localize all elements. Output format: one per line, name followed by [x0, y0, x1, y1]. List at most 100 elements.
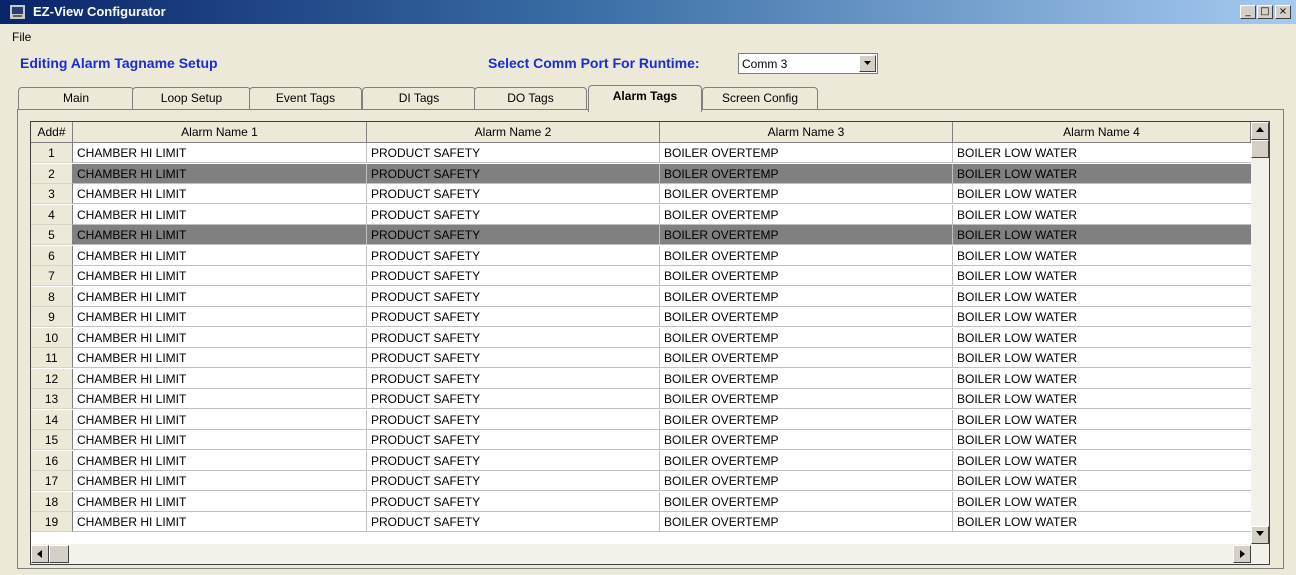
scroll-down-button[interactable] [1251, 526, 1269, 544]
alarm-name-cell[interactable]: PRODUCT SAFETY [367, 143, 660, 163]
table-row[interactable]: 19 CHAMBER HI LIMIT PRODUCT SAFETY BOILER O… [31, 512, 1258, 532]
alarm-name-cell[interactable]: BOILER LOW WATER [953, 266, 1253, 286]
alarm-name-cell[interactable]: PRODUCT SAFETY [367, 245, 660, 266]
alarm-name-cell[interactable]: BOILER OVERTEMP [660, 389, 953, 409]
alarm-name-cell[interactable]: PRODUCT SAFETY [367, 348, 660, 368]
alarm-name-cell[interactable]: BOILER LOW WATER [953, 286, 1253, 307]
alarm-name-cell[interactable]: PRODUCT SAFETY [367, 430, 660, 450]
alarm-name-cell[interactable]: BOILER LOW WATER [953, 491, 1253, 512]
alarm-name-cell[interactable]: PRODUCT SAFETY [367, 307, 660, 327]
alarm-name-cell[interactable]: CHAMBER HI LIMIT [73, 286, 367, 307]
table-row[interactable]: 4 CHAMBER HI LIMIT PRODUCT SAFETY BOILER OV… [31, 204, 1258, 225]
alarm-name-cell[interactable]: PRODUCT SAFETY [367, 286, 660, 307]
close-button[interactable]: × [1275, 5, 1291, 19]
alarm-name-cell[interactable]: PRODUCT SAFETY [367, 409, 660, 430]
tab-loop-setup[interactable]: Loop Setup [132, 87, 251, 109]
alarm-name-cell[interactable]: CHAMBER HI LIMIT [73, 348, 367, 368]
column-header-alarm-name-4[interactable]: Alarm Name 4 [953, 122, 1251, 142]
scroll-right-button[interactable] [1233, 545, 1251, 563]
menu-file[interactable]: File [12, 30, 31, 44]
column-header-add[interactable]: Add# [31, 122, 73, 142]
tab-alarm-tags[interactable]: Alarm Tags [588, 85, 702, 112]
alarm-name-cell[interactable]: BOILER OVERTEMP [660, 409, 953, 430]
table-row[interactable]: 10 CHAMBER HI LIMIT PRODUCT SAFETY BOILER O… [31, 327, 1258, 348]
scroll-up-button[interactable] [1251, 122, 1269, 140]
alarm-name-cell[interactable]: BOILER OVERTEMP [660, 225, 953, 245]
alarm-name-cell[interactable]: BOILER LOW WATER [953, 389, 1253, 409]
alarm-name-cell[interactable]: PRODUCT SAFETY [367, 184, 660, 204]
horizontal-scrollbar[interactable] [31, 544, 1269, 564]
table-row[interactable]: 16 CHAMBER HI LIMIT PRODUCT SAFETY BOILER O… [31, 450, 1258, 471]
column-header-alarm-name-2[interactable]: Alarm Name 2 [367, 122, 660, 142]
table-row[interactable]: 8 CHAMBER HI LIMIT PRODUCT SAFETY BOILER OV… [31, 286, 1258, 307]
title-bar[interactable]: EZ-View Configurator _ □ × [0, 0, 1296, 24]
tab-screen-config[interactable]: Screen Config [702, 87, 818, 109]
alarm-name-cell[interactable]: CHAMBER HI LIMIT [73, 204, 367, 225]
alarm-name-cell[interactable]: BOILER OVERTEMP [660, 204, 953, 225]
tab-do-tags[interactable]: DO Tags [474, 87, 587, 109]
alarm-name-cell[interactable]: CHAMBER HI LIMIT [73, 163, 367, 184]
table-row[interactable]: 9 CHAMBER HI LIMIT PRODUCT SAFETY BOILER OV… [31, 307, 1258, 327]
table-row[interactable]: 14 CHAMBER HI LIMIT PRODUCT SAFETY BOILER O… [31, 409, 1258, 430]
alarm-name-cell[interactable]: CHAMBER HI LIMIT [73, 327, 367, 348]
alarm-name-cell[interactable]: BOILER OVERTEMP [660, 368, 953, 389]
alarm-name-cell[interactable]: BOILER LOW WATER [953, 348, 1253, 368]
alarm-name-cell[interactable]: BOILER OVERTEMP [660, 450, 953, 471]
table-row[interactable]: 2 CHAMBER HI LIMIT PRODUCT SAFETY BOILER OV… [31, 163, 1269, 184]
vertical-scroll-thumb[interactable] [1251, 140, 1269, 158]
alarm-name-cell[interactable]: BOILER LOW WATER [953, 327, 1253, 348]
minimize-button[interactable]: _ [1240, 5, 1256, 19]
alarm-name-cell[interactable]: BOILER LOW WATER [953, 471, 1253, 491]
column-header-alarm-name-1[interactable]: Alarm Name 1 [73, 122, 367, 142]
alarm-name-cell[interactable]: PRODUCT SAFETY [367, 450, 660, 471]
table-row[interactable]: 13 CHAMBER HI LIMIT PRODUCT SAFETY BOILER O… [31, 389, 1258, 409]
alarm-name-cell[interactable]: CHAMBER HI LIMIT [73, 512, 367, 532]
alarm-name-cell[interactable]: BOILER OVERTEMP [660, 327, 953, 348]
alarm-name-cell[interactable]: CHAMBER HI LIMIT [73, 307, 367, 327]
alarm-name-cell[interactable]: CHAMBER HI LIMIT [73, 184, 367, 204]
alarm-name-cell[interactable]: PRODUCT SAFETY [367, 512, 660, 532]
column-header-alarm-name-3[interactable]: Alarm Name 3 [660, 122, 953, 142]
alarm-name-cell[interactable]: PRODUCT SAFETY [367, 266, 660, 286]
alarm-name-cell[interactable]: BOILER OVERTEMP [660, 163, 953, 184]
alarm-grid[interactable]: Add# Alarm Name 1 Alarm Name 2 Alarm Name 3… [30, 121, 1270, 565]
alarm-name-cell[interactable]: BOILER OVERTEMP [660, 348, 953, 368]
comm-port-select[interactable]: Comm 3 [738, 53, 878, 74]
alarm-name-cell[interactable]: BOILER LOW WATER [953, 430, 1253, 450]
table-row[interactable]: 15 CHAMBER HI LIMIT PRODUCT SAFETY BOILER O… [31, 430, 1258, 450]
table-row[interactable]: 12 CHAMBER HI LIMIT PRODUCT SAFETY BOILER O… [31, 368, 1258, 389]
alarm-name-cell[interactable]: BOILER OVERTEMP [660, 307, 953, 327]
table-row[interactable]: 17 CHAMBER HI LIMIT PRODUCT SAFETY BOILER O… [31, 471, 1258, 491]
alarm-name-cell[interactable]: PRODUCT SAFETY [367, 204, 660, 225]
alarm-name-cell[interactable]: PRODUCT SAFETY [367, 225, 660, 245]
alarm-name-cell[interactable]: BOILER OVERTEMP [660, 184, 953, 204]
alarm-name-cell[interactable]: BOILER LOW WATER [953, 307, 1253, 327]
alarm-name-cell[interactable]: CHAMBER HI LIMIT [73, 491, 367, 512]
table-row[interactable]: 5 CHAMBER HI LIMIT PRODUCT SAFETY BOILER OV… [31, 225, 1269, 245]
alarm-name-cell[interactable]: BOILER LOW WATER [953, 450, 1253, 471]
alarm-name-cell[interactable]: BOILER OVERTEMP [660, 471, 953, 491]
alarm-name-cell[interactable]: PRODUCT SAFETY [367, 327, 660, 348]
comm-port-dropdown-button[interactable] [859, 55, 876, 72]
alarm-name-cell[interactable]: BOILER LOW WATER [953, 204, 1253, 225]
maximize-button[interactable]: □ [1257, 5, 1273, 19]
alarm-name-cell[interactable]: PRODUCT SAFETY [367, 471, 660, 491]
alarm-name-cell[interactable]: BOILER OVERTEMP [660, 512, 953, 532]
alarm-name-cell[interactable]: BOILER OVERTEMP [660, 245, 953, 266]
alarm-name-cell[interactable]: CHAMBER HI LIMIT [73, 245, 367, 266]
alarm-name-cell[interactable]: BOILER OVERTEMP [660, 266, 953, 286]
alarm-name-cell[interactable]: PRODUCT SAFETY [367, 163, 660, 184]
alarm-name-cell[interactable]: CHAMBER HI LIMIT [73, 450, 367, 471]
tab-event-tags[interactable]: Event Tags [249, 87, 362, 109]
table-row[interactable]: 1 CHAMBER HI LIMIT PRODUCT SAFETY BOILER OV… [31, 143, 1258, 163]
alarm-name-cell[interactable]: BOILER LOW WATER [953, 512, 1253, 532]
table-row[interactable]: 7 CHAMBER HI LIMIT PRODUCT SAFETY BOILER OV… [31, 266, 1258, 286]
alarm-name-cell[interactable]: PRODUCT SAFETY [367, 491, 660, 512]
tab-main[interactable]: Main [18, 87, 134, 109]
alarm-name-cell[interactable]: BOILER OVERTEMP [660, 143, 953, 163]
alarm-name-cell[interactable]: CHAMBER HI LIMIT [73, 430, 367, 450]
alarm-name-cell[interactable]: BOILER OVERTEMP [660, 491, 953, 512]
table-row[interactable]: 6 CHAMBER HI LIMIT PRODUCT SAFETY BOILER OV… [31, 245, 1258, 266]
alarm-name-cell[interactable]: PRODUCT SAFETY [367, 368, 660, 389]
table-row[interactable]: 11 CHAMBER HI LIMIT PRODUCT SAFETY BOILER O… [31, 348, 1258, 368]
